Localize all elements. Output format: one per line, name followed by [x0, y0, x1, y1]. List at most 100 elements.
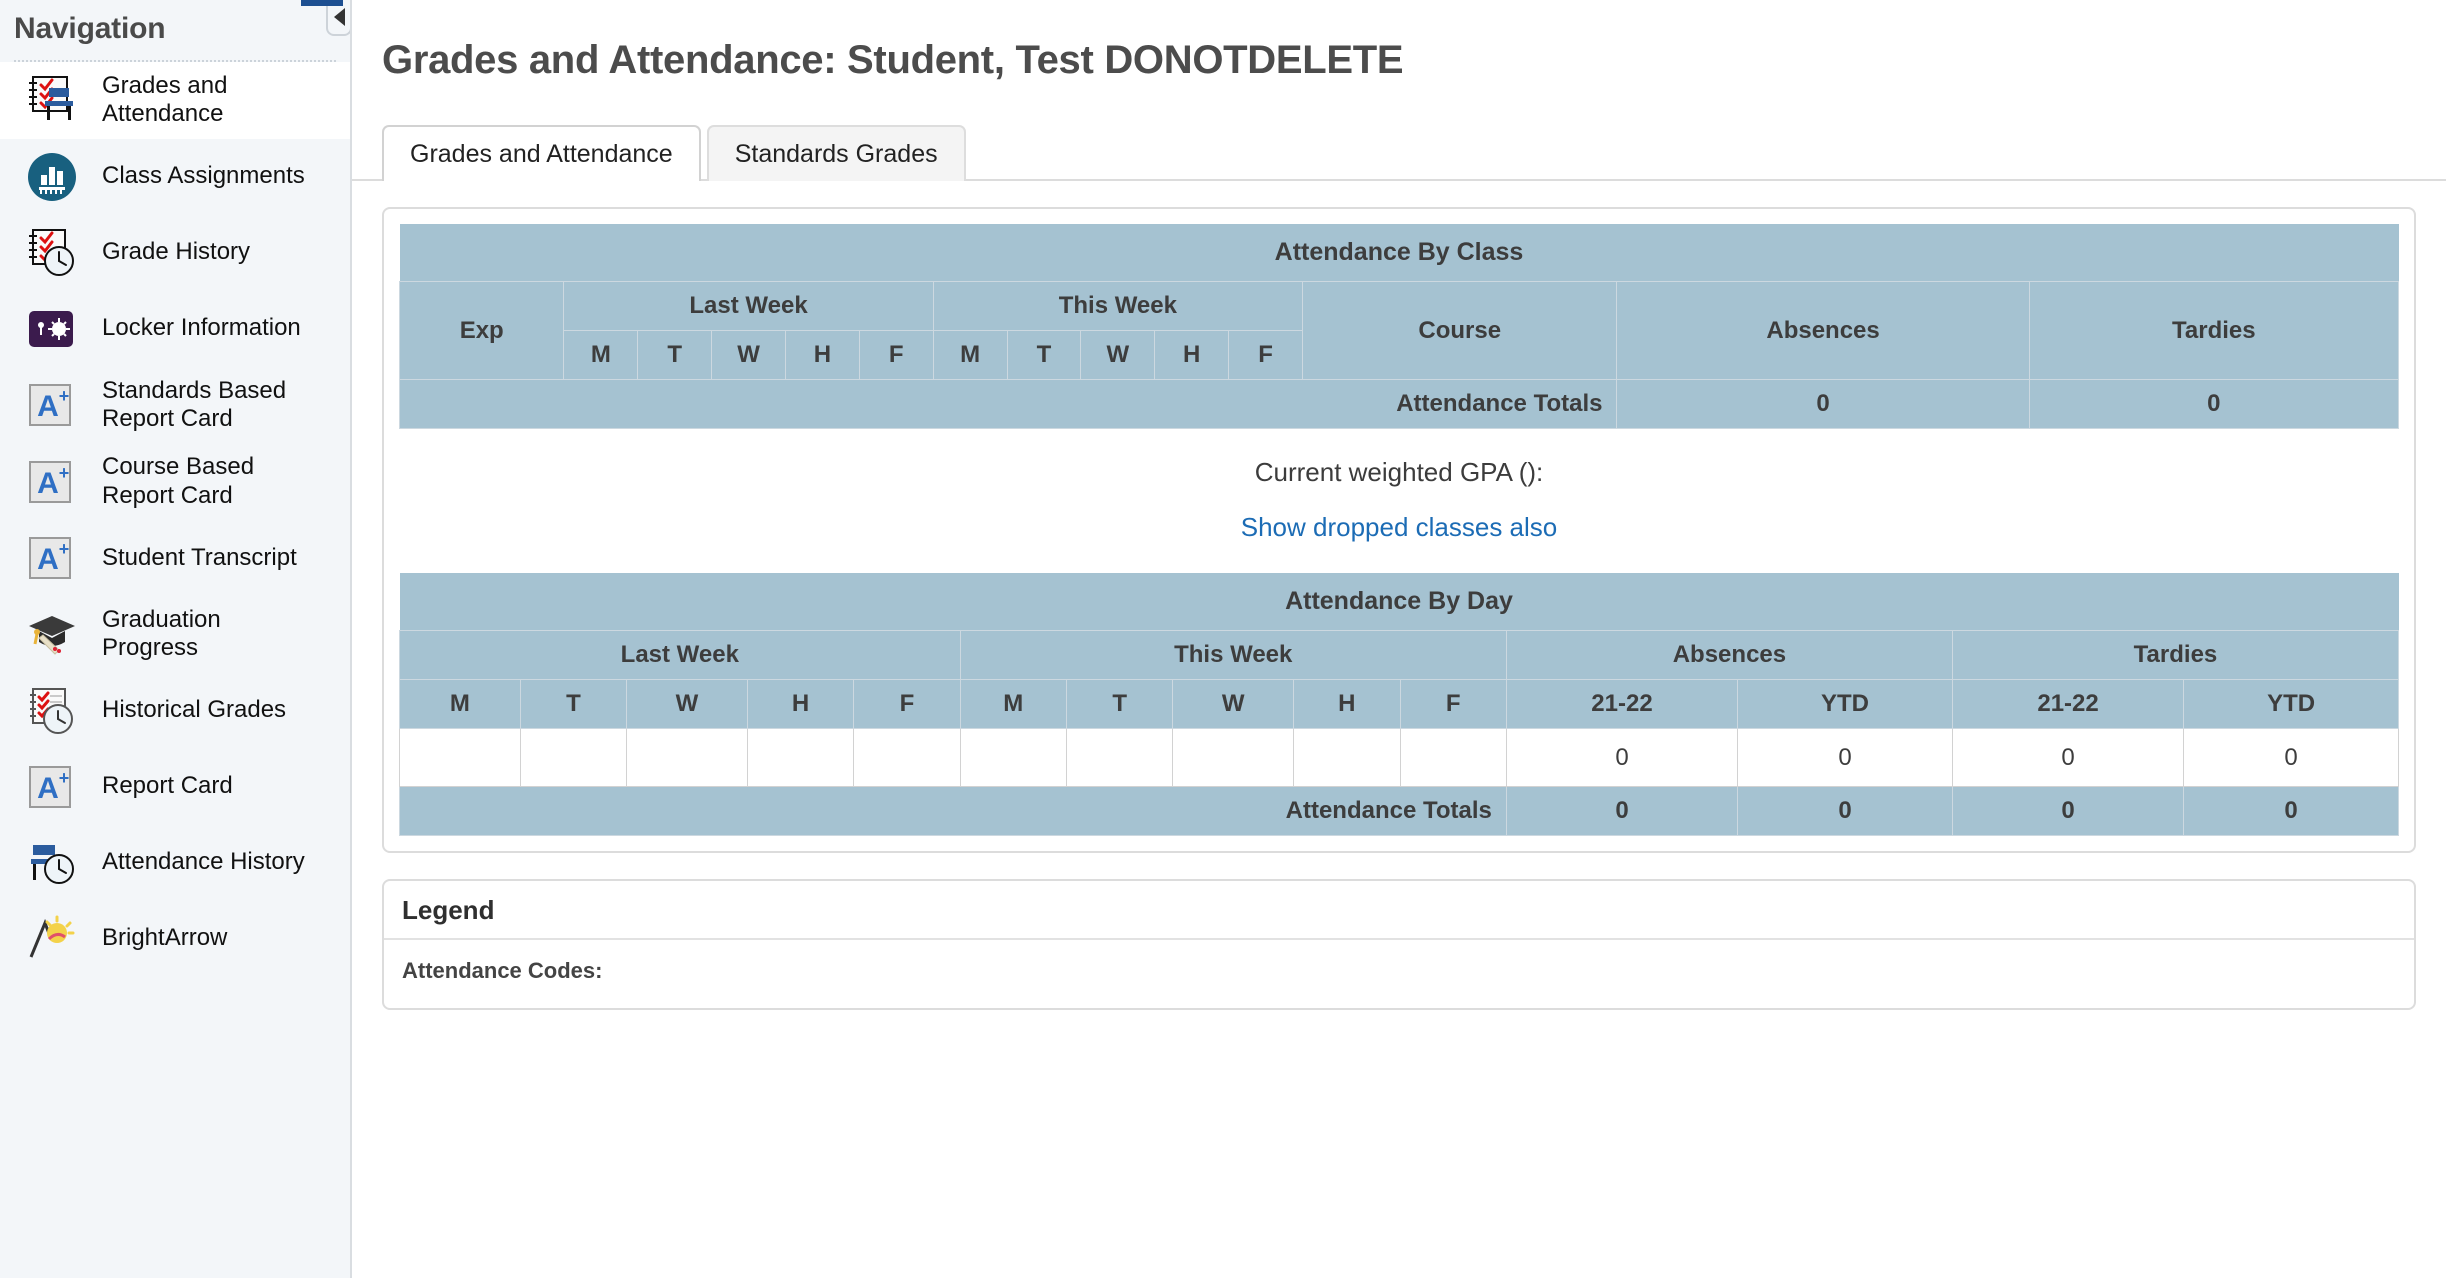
day-header: T [637, 330, 713, 380]
day-header: M [399, 679, 521, 729]
sidebar-item-attendance-history[interactable]: Attendance History [0, 825, 350, 901]
attendance-totals-label: Attendance Totals [398, 379, 1618, 429]
sidebar-item-grades-and-attendance[interactable]: Grades and Attendance [0, 62, 350, 139]
day-cell [399, 728, 521, 787]
attendance-totals-row: Attendance Totals 0 0 0 0 [399, 786, 2399, 836]
day-header: W [1172, 679, 1295, 729]
sidebar-item-locker-information[interactable]: Locker Information [0, 291, 350, 367]
table-group-header-row: Exp Last Week This Week Course Absences … [398, 281, 2400, 380]
attendance-codes-label: Attendance Codes: [402, 958, 603, 983]
table-day-header-row: M T W H F M T W H F 21-22 YTD 21-22 YTD [399, 679, 2399, 729]
show-dropped-classes-link[interactable]: Show dropped classes also [399, 488, 2399, 573]
absences-header: Absences [1505, 630, 1953, 680]
day-header: W [626, 679, 748, 729]
day-header: H [784, 330, 860, 380]
day-header: H [1293, 679, 1401, 729]
sidebar-item-label: Historical Grades [102, 696, 287, 724]
sidebar-title: Navigation [14, 12, 166, 45]
totals-absences-ytd: 0 [1737, 786, 1953, 836]
day-header: W [1080, 330, 1156, 380]
report-card-a-plus-icon: A + [22, 759, 84, 815]
current-weighted-gpa: Current weighted GPA (): [1254, 457, 1544, 487]
sidebar-item-label: Course Based Report Card [102, 453, 255, 509]
attendance-by-class-title: Attendance By Class [399, 224, 2399, 282]
day-header: T [1006, 330, 1082, 380]
day-cell [959, 728, 1068, 787]
this-week-header: This Week [932, 281, 1303, 331]
totals-tardies-year: 0 [1951, 786, 2185, 836]
totals-absences-year: 0 [1505, 786, 1739, 836]
sidebar-item-label: Student Transcript [102, 543, 297, 571]
day-header: M [959, 679, 1068, 729]
day-cell [1065, 728, 1174, 787]
sidebar-item-grade-history[interactable]: Grade History [0, 215, 350, 291]
course-header: Course [1301, 281, 1618, 380]
sidebar-item-label: Class Assignments [102, 162, 305, 190]
tab-grades-and-attendance[interactable]: Grades and Attendance [382, 125, 701, 183]
sidebar-item-report-card[interactable]: A + Report Card [0, 749, 350, 825]
sidebar-item-course-based-report-card[interactable]: A + Course Based Report Card [0, 443, 350, 520]
sidebar-item-brightarrow[interactable]: BrightArrow [0, 901, 350, 977]
attendance-by-class-table: Attendance By Class Exp Last Week This W… [398, 224, 2400, 429]
exp-header: Exp [398, 281, 565, 380]
day-header: T [519, 679, 628, 729]
attendance-by-day-table: Attendance By Day Last Week This Week Ab… [399, 573, 2400, 836]
day-header: F [1399, 679, 1507, 729]
svg-text:+: + [59, 463, 70, 483]
table-title-row: Attendance By Day [399, 573, 2399, 631]
grades-attendance-icon [22, 72, 84, 128]
day-header: F [1228, 330, 1303, 380]
day-cell [1399, 728, 1507, 787]
brightarrow-icon [22, 911, 84, 967]
tardies-header: Tardies [1951, 630, 2400, 680]
sidebar-item-historical-grades[interactable]: Historical Grades [0, 673, 350, 749]
svg-text:+: + [59, 386, 70, 406]
page-title: Grades and Attendance: Student, Test DON… [382, 38, 1404, 82]
day-header: T [1065, 679, 1174, 729]
day-cell [746, 728, 855, 787]
sidebar-item-graduation-progress[interactable]: Graduation Progress [0, 596, 350, 673]
report-card-a-plus-icon: A + [22, 377, 84, 433]
tab-standards-grades[interactable]: Standards Grades [706, 125, 966, 181]
sidebar-item-label: Attendance History [102, 848, 305, 876]
absences-header: Absences [1616, 281, 2030, 380]
day-cell [853, 728, 961, 787]
day-cell [626, 728, 748, 787]
day-header: M [932, 330, 1008, 380]
sidebar-item-student-transcript[interactable]: A + Student Transcript [0, 520, 350, 596]
svg-text:A: A [37, 772, 59, 805]
attendance-history-icon [22, 835, 84, 891]
day-cell [1293, 728, 1401, 787]
totals-tardies-ytd: 0 [2183, 786, 2399, 836]
locker-information-icon [22, 301, 84, 357]
sidebar-item-label: Locker Information [102, 314, 301, 342]
sidebar-item-class-assignments[interactable]: Class Assignments [0, 139, 350, 215]
table-row: 0 0 0 0 [399, 728, 2399, 787]
svg-text:A: A [37, 467, 59, 500]
sidebar-item-standards-based-report-card[interactable]: A + Standards Based Report Card [0, 367, 350, 444]
table-title-row: Attendance By Class [399, 224, 2399, 282]
row-tardies-ytd: 0 [2183, 728, 2399, 787]
sidebar: Navigation Grades and Attendance Class A… [0, 0, 352, 1278]
last-week-header: Last Week [399, 630, 961, 680]
attendance-panel: Attendance By Class Exp Last Week This W… [382, 207, 2416, 853]
day-cell [1172, 728, 1295, 787]
day-header: M [563, 330, 639, 380]
tab-list: Grades and Attendance Standards Grades [382, 125, 2446, 183]
app-root: Navigation Grades and Attendance Class A… [0, 0, 2446, 1278]
row-absences-ytd: 0 [1737, 728, 1953, 787]
sidebar-item-label: Grades and Attendance [102, 72, 228, 128]
absences-ytd-header: YTD [1737, 679, 1953, 729]
sidebar-item-label: Standards Based Report Card [102, 376, 287, 432]
attendance-totals-tardies: 0 [2028, 379, 2400, 429]
report-card-a-plus-icon: A + [22, 530, 84, 586]
svg-text:A: A [37, 390, 59, 423]
attendance-by-day-title: Attendance By Day [399, 573, 2399, 631]
svg-text:A: A [37, 543, 59, 576]
last-week-header: Last Week [563, 281, 934, 331]
this-week-header: This Week [959, 630, 1507, 680]
accent-tab [301, 0, 343, 6]
historical-grades-icon [22, 683, 84, 739]
absences-year-header: 21-22 [1505, 679, 1739, 729]
graduation-cap-icon [22, 606, 84, 662]
